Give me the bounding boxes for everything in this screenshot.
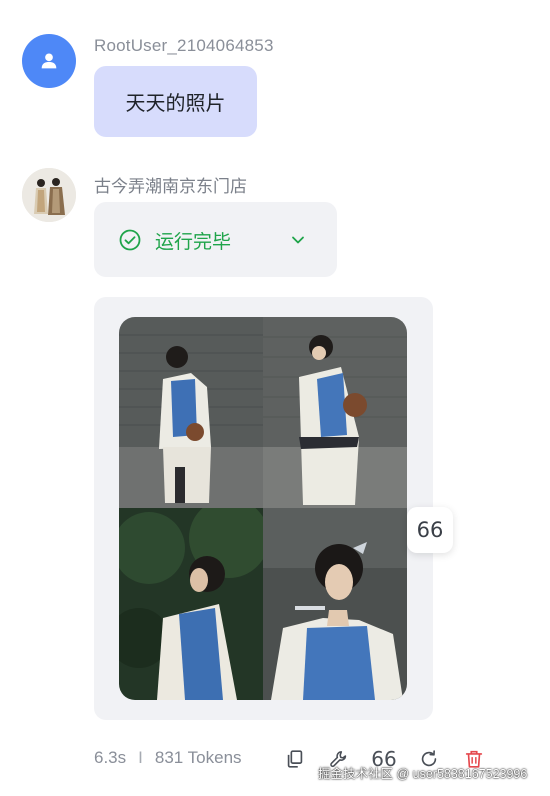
photo-grid[interactable] bbox=[119, 317, 407, 700]
photo-tile[interactable] bbox=[263, 317, 407, 508]
meta-separator: I bbox=[138, 748, 143, 767]
copy-icon bbox=[287, 750, 303, 768]
chevron-down-icon[interactable] bbox=[290, 232, 306, 248]
photo-among-trees bbox=[119, 508, 263, 700]
copy-button[interactable] bbox=[283, 747, 307, 771]
watermark: 掘金技术社区 @ user5838167523996 bbox=[318, 767, 528, 781]
user-name: RootUser_2104064853 bbox=[94, 36, 274, 55]
photo-closeup bbox=[263, 508, 407, 700]
run-status-card[interactable]: 运行完毕 bbox=[94, 202, 337, 277]
check-circle-icon bbox=[119, 229, 141, 251]
quote-button[interactable]: 66 bbox=[407, 507, 453, 553]
response-meta: 6.3s I 831 Tokens bbox=[94, 748, 242, 768]
photo-tile[interactable] bbox=[119, 508, 263, 700]
bot-name: 古今弄潮南京东门店 bbox=[94, 177, 247, 196]
response-duration: 6.3s bbox=[94, 748, 127, 767]
bot-avatar-image bbox=[22, 168, 76, 222]
photo-tile[interactable] bbox=[263, 508, 407, 700]
photo-back-view bbox=[119, 317, 263, 508]
person-icon bbox=[41, 53, 57, 69]
run-status-label: 运行完毕 bbox=[155, 232, 232, 253]
image-result-card bbox=[94, 297, 433, 720]
token-count: 831 Tokens bbox=[154, 748, 242, 767]
user-message-bubble: 天天的照片 bbox=[94, 66, 257, 137]
photo-tile[interactable] bbox=[119, 317, 263, 508]
bot-avatar[interactable] bbox=[22, 168, 76, 222]
photo-side-view bbox=[263, 317, 407, 508]
user-avatar[interactable] bbox=[22, 34, 76, 88]
